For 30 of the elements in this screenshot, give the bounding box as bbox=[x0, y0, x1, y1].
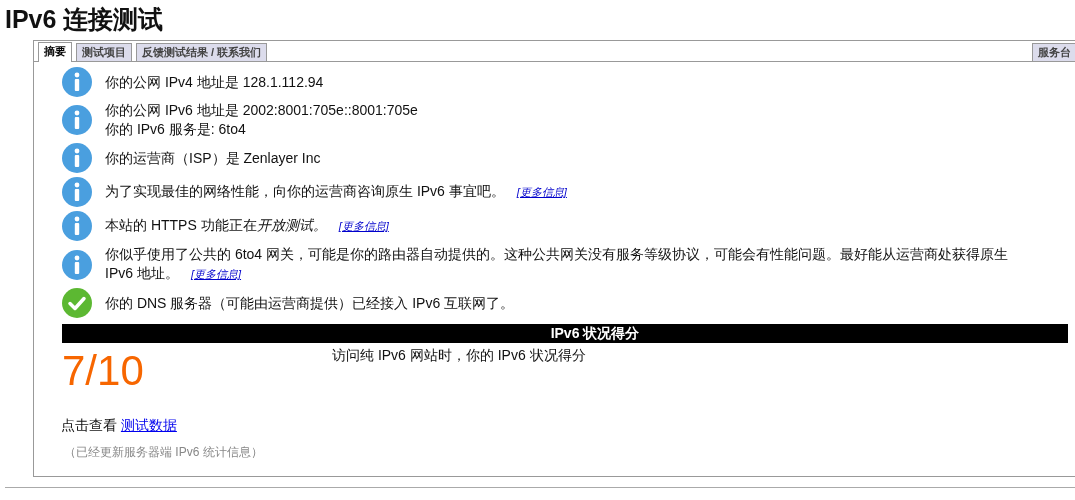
message-text: 你的公网 IPv6 地址是 2002:8001:705e::8001:705e bbox=[105, 102, 418, 118]
message-text: 你的公网 IPv4 地址是 128.1.112.94 bbox=[105, 73, 324, 90]
details-label: 点击查看 bbox=[61, 417, 117, 433]
tab[interactable]: 摘要 bbox=[38, 42, 72, 62]
check-icon bbox=[62, 288, 92, 318]
info-icon bbox=[62, 249, 92, 280]
message-text: 为了实现最佳的网络性能，向你的运营商咨询原生 IPv6 事宜吧。 bbox=[105, 183, 505, 199]
message-text: IPv6 地址。 bbox=[105, 265, 179, 281]
info-icon bbox=[62, 211, 92, 241]
message-text: 本站的 HTTPS 功能正在开放测试。 bbox=[105, 217, 327, 233]
score-caption: 访问纯 IPv6 网站时，你的 IPv6 状况得分 bbox=[332, 346, 586, 365]
more-info-link[interactable]: [更多信息] bbox=[516, 186, 567, 198]
stats-note: （已经更新服务器端 IPv6 统计信息） bbox=[64, 444, 264, 461]
tab[interactable]: 反馈测试结果 / 联系我们 bbox=[136, 43, 268, 61]
tab[interactable]: 服务台 bbox=[1032, 43, 1075, 61]
info-icon bbox=[62, 67, 92, 97]
info-icon bbox=[62, 105, 92, 135]
more-info-link[interactable]: [更多信息] bbox=[338, 220, 389, 232]
info-icon bbox=[62, 143, 92, 173]
message-text: 你的 IPv6 服务是: 6to4 bbox=[105, 121, 246, 137]
tab[interactable]: 测试项目 bbox=[76, 43, 132, 61]
page-title: IPv6 连接测试 bbox=[4, 4, 165, 35]
message-text: 你的运营商（ISP）是 Zenlayer Inc bbox=[105, 149, 321, 166]
score-value: 7/10 bbox=[62, 346, 145, 396]
more-info-link[interactable]: [更多信息] bbox=[190, 268, 242, 280]
test-data-link[interactable]: 测试数据 bbox=[120, 417, 177, 433]
score-header: IPv6 状况得分 bbox=[62, 324, 1068, 343]
message-text: 你似乎使用了公共的 6to4 网关，可能是你的路由器自动提供的。这种公共网关没有服务等级协议，可能会有性能问题。最好能从运营商处获得原生 bbox=[105, 246, 1009, 262]
message-text: 你的 DNS 服务器（可能由运营商提供）已经接入 IPv6 互联网了。 bbox=[105, 294, 515, 311]
info-icon bbox=[62, 177, 92, 207]
